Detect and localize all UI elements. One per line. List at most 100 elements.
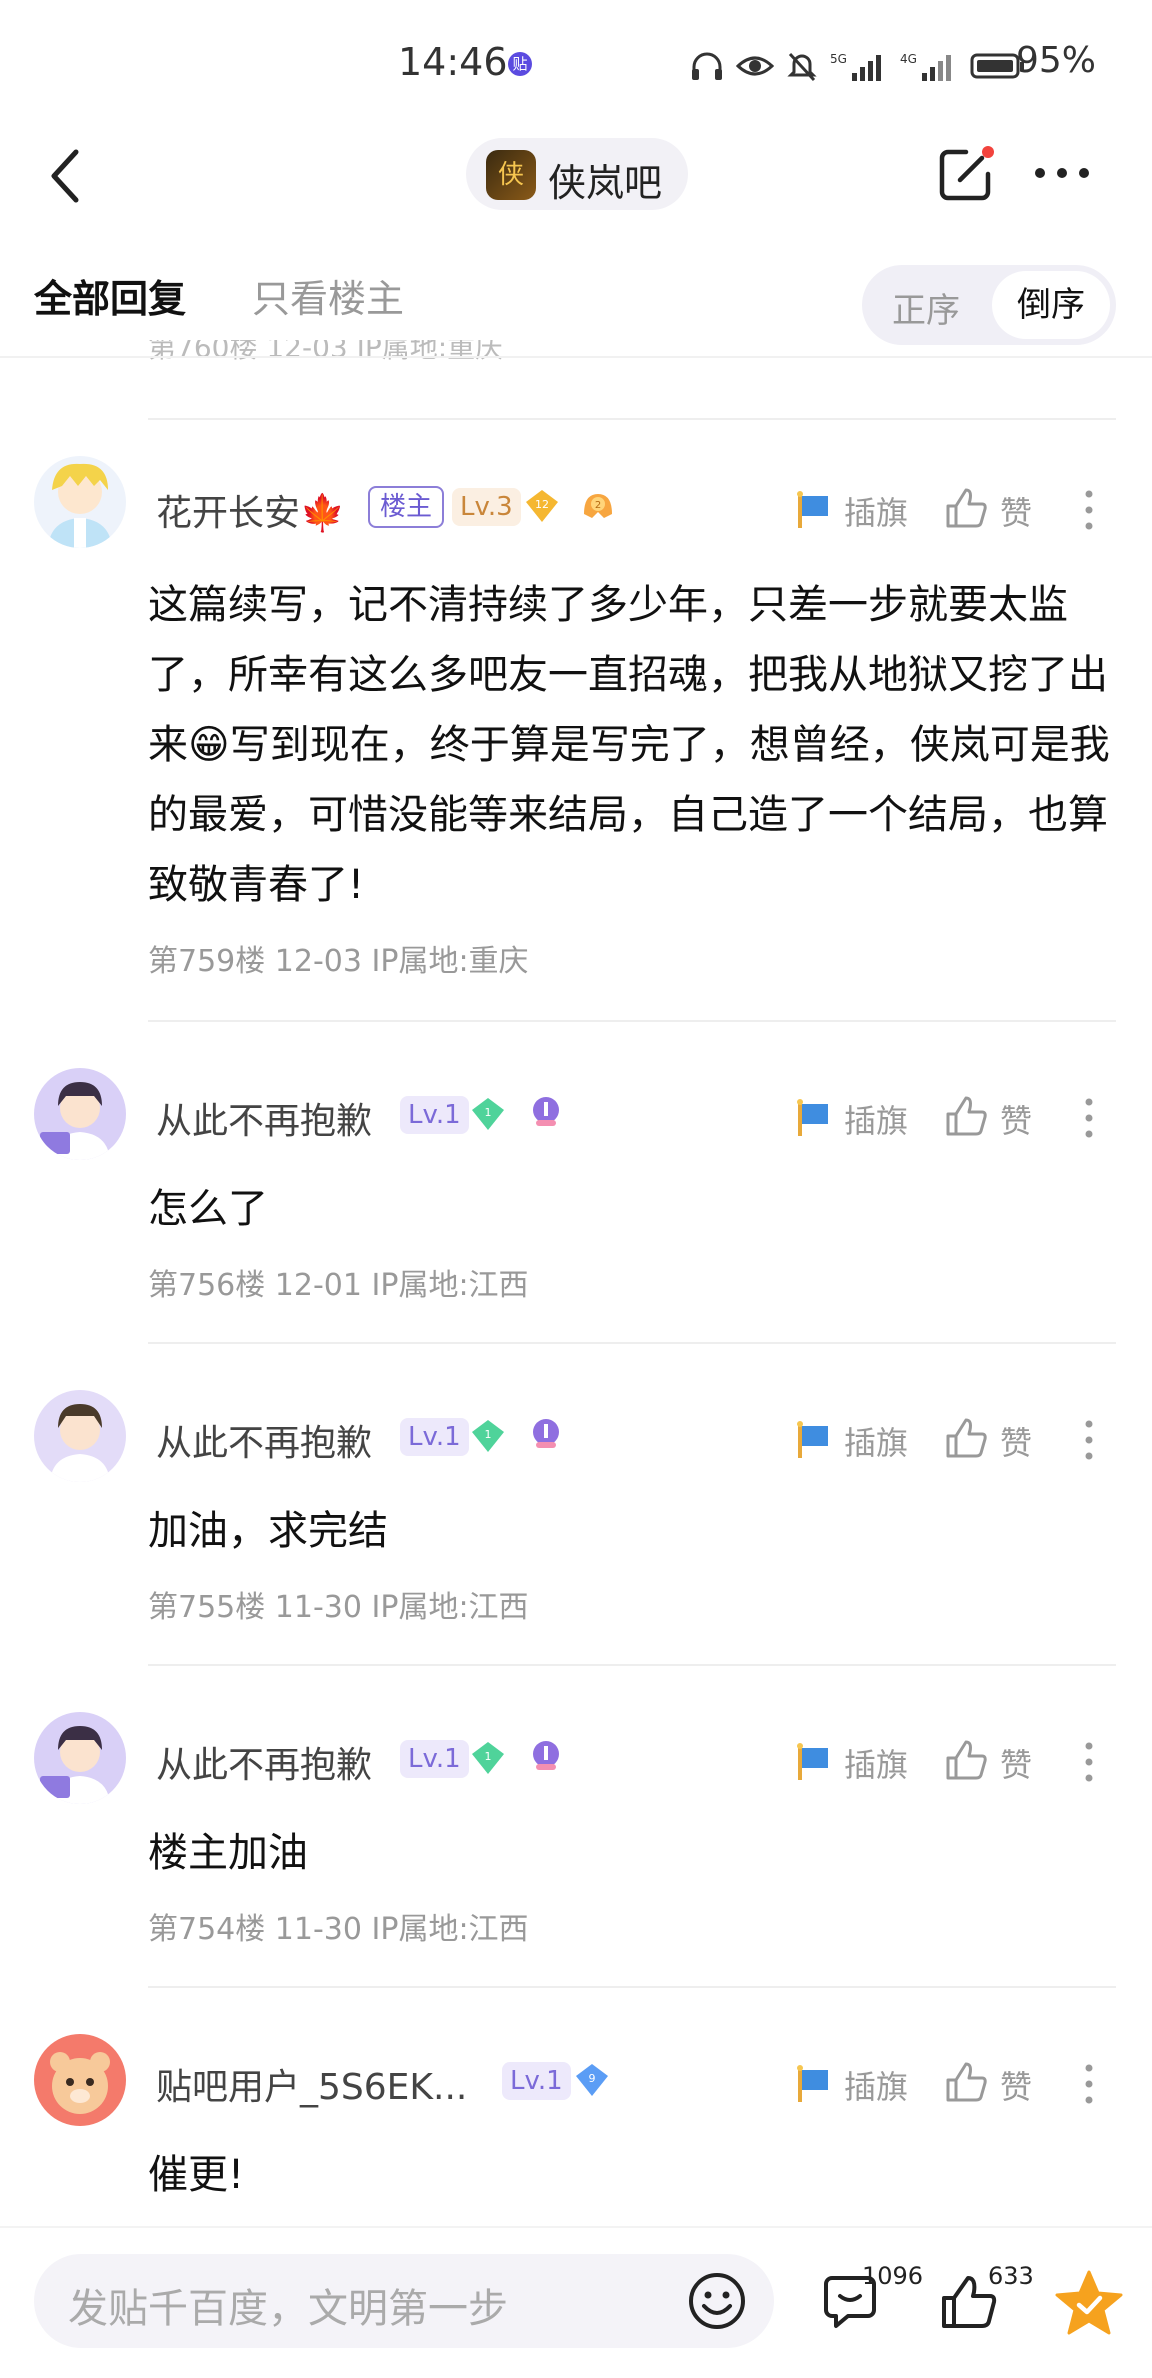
thumb-up-icon[interactable] <box>944 1416 988 1460</box>
avatar[interactable] <box>34 2034 126 2126</box>
blue-gem-icon: 9 <box>576 2064 608 2096</box>
flag-icon[interactable] <box>794 1420 832 1460</box>
bottom-bar: 发贴千百度，文明第一步 1096 633 <box>0 2226 1152 2378</box>
forum-logo: 侠 <box>486 150 536 200</box>
post-meta: 第759楼 12-03 IP属地:重庆 <box>148 944 529 979</box>
post-content: 怎么了 <box>148 1186 268 1232</box>
post-content: 这篇续写，记不清持续了多少年，只差一步就要太监了，所幸有这么多吧友一直招魂，把我… <box>148 582 1110 908</box>
avatar[interactable] <box>34 1712 126 1804</box>
tieba-notification-icon: 贴 <box>508 52 532 76</box>
forum-name: 侠岚吧 <box>548 161 663 205</box>
edit-icon[interactable] <box>936 144 996 204</box>
svg-text:1: 1 <box>485 1428 492 1441</box>
reply-input[interactable]: 发贴千百度，文明第一步 <box>34 2254 774 2348</box>
kebab-icon[interactable] <box>1084 2062 1094 2106</box>
avatar[interactable] <box>34 1390 126 1482</box>
post-divider <box>148 1342 1116 1344</box>
like-label[interactable]: 赞 <box>1000 488 1032 534</box>
thumb-up-icon[interactable] <box>944 1738 988 1782</box>
svg-text:12: 12 <box>535 498 549 511</box>
level-badge: Lv.1 <box>400 1418 469 1456</box>
like-label[interactable]: 赞 <box>1000 1418 1032 1464</box>
post-meta: 第756楼 12-01 IP属地:江西 <box>148 1268 529 1303</box>
sort-descending-label: 倒序 <box>1017 285 1085 325</box>
post-divider <box>148 1020 1116 1022</box>
like-label[interactable]: 赞 <box>1000 1096 1032 1142</box>
kebab-icon[interactable] <box>1084 1418 1094 1462</box>
green-gem-icon: 1 <box>472 1098 504 1130</box>
level-badge: Lv.1 <box>400 1096 469 1134</box>
headphone-icon <box>692 52 722 80</box>
status-time: 14:46 <box>398 40 508 84</box>
flag-label[interactable]: 插旗 <box>844 1740 908 1786</box>
kebab-icon[interactable] <box>1084 488 1094 532</box>
reply-input-placeholder: 发贴千百度，文明第一步 <box>68 2286 508 2332</box>
tab-owner-only[interactable]: 只看楼主 <box>252 268 404 323</box>
header-divider <box>0 356 1152 358</box>
level-badge: Lv.3 <box>452 488 521 526</box>
post-meta: 第755楼 11-30 IP属地:江西 <box>148 1590 529 1625</box>
like-label[interactable]: 赞 <box>1000 1740 1032 1786</box>
avatar[interactable] <box>34 456 126 548</box>
status-icons: 5G 4G <box>690 46 1026 86</box>
more-icon[interactable] <box>1032 160 1092 186</box>
flag-icon[interactable] <box>794 1742 832 1782</box>
purple-medal-icon <box>533 1097 559 1126</box>
kebab-icon[interactable] <box>1084 1740 1094 1784</box>
flag-label[interactable]: 插旗 <box>844 488 908 534</box>
status-bar: 14:46 贴 5G 4G 95% <box>0 0 1152 130</box>
signal-5g-icon: 5G <box>830 52 881 81</box>
purple-medal-icon <box>533 1419 559 1448</box>
svg-text:1: 1 <box>485 1750 492 1763</box>
username[interactable]: 从此不再抱歉 <box>156 1092 372 1144</box>
kebab-icon[interactable] <box>1084 1096 1094 1140</box>
username[interactable]: 从此不再抱歉 <box>156 1414 372 1466</box>
gold-gem-icon: 12 <box>526 490 558 522</box>
sort-ascending-button[interactable]: 正序 <box>892 283 960 332</box>
post-meta: 第754楼 11-30 IP属地:江西 <box>148 1912 529 1947</box>
back-arrow-icon[interactable] <box>46 146 86 206</box>
sort-toggle: 正序 倒序 <box>862 265 1116 345</box>
flag-label[interactable]: 插旗 <box>844 1096 908 1142</box>
flag-label[interactable]: 插旗 <box>844 1418 908 1464</box>
like-label[interactable]: 赞 <box>1000 2062 1032 2108</box>
tab-all-replies[interactable]: 全部回复 <box>34 268 186 323</box>
username[interactable]: 从此不再抱歉 <box>156 1736 372 1788</box>
svg-text:5G: 5G <box>830 52 847 66</box>
emoji-icon[interactable] <box>686 2270 748 2332</box>
flag-label[interactable]: 插旗 <box>844 2062 908 2108</box>
flag-icon[interactable] <box>794 490 832 530</box>
level-badge: Lv.1 <box>400 1740 469 1778</box>
post-content: 加油，求完结 <box>148 1508 388 1554</box>
cutoff-post-meta: 第760楼 12-03 IP属地:重庆 <box>148 340 504 364</box>
post-divider <box>148 1986 1116 1988</box>
like-count: 633 <box>988 2262 1034 2290</box>
flag-icon[interactable] <box>794 1098 832 1138</box>
green-gem-icon: 1 <box>472 1420 504 1452</box>
eye-icon <box>736 56 774 76</box>
svg-text:4G: 4G <box>900 52 917 66</box>
purple-medal-icon <box>533 1741 559 1770</box>
username[interactable]: 花开长安🍁 <box>156 484 345 536</box>
forum-title-pill[interactable]: 侠 侠岚吧 <box>466 138 688 210</box>
thumb-up-icon[interactable] <box>944 1094 988 1138</box>
green-gem-icon: 1 <box>472 1742 504 1774</box>
post-content: 楼主加油 <box>148 1830 308 1876</box>
avatar[interactable] <box>34 1068 126 1160</box>
sort-descending-button[interactable]: 倒序 <box>992 271 1110 339</box>
username[interactable]: 贴吧用户_5S6EK... <box>156 2058 467 2110</box>
svg-text:2: 2 <box>595 500 601 511</box>
thumb-up-icon[interactable] <box>944 2060 988 2104</box>
svg-text:9: 9 <box>589 2072 596 2085</box>
post-divider <box>148 1664 1116 1666</box>
svg-text:1: 1 <box>485 1106 492 1119</box>
flag-icon[interactable] <box>794 2064 832 2104</box>
owner-badge: 楼主 <box>368 486 445 528</box>
star-icon[interactable] <box>1054 2268 1124 2338</box>
battery-percent: 95% <box>1016 40 1097 81</box>
medal-icon: 2 <box>584 494 612 518</box>
post-content: 催更! <box>148 2152 245 2198</box>
post-divider <box>148 418 1116 420</box>
comment-count: 1096 <box>862 2262 924 2290</box>
thumb-up-icon[interactable] <box>944 486 988 530</box>
